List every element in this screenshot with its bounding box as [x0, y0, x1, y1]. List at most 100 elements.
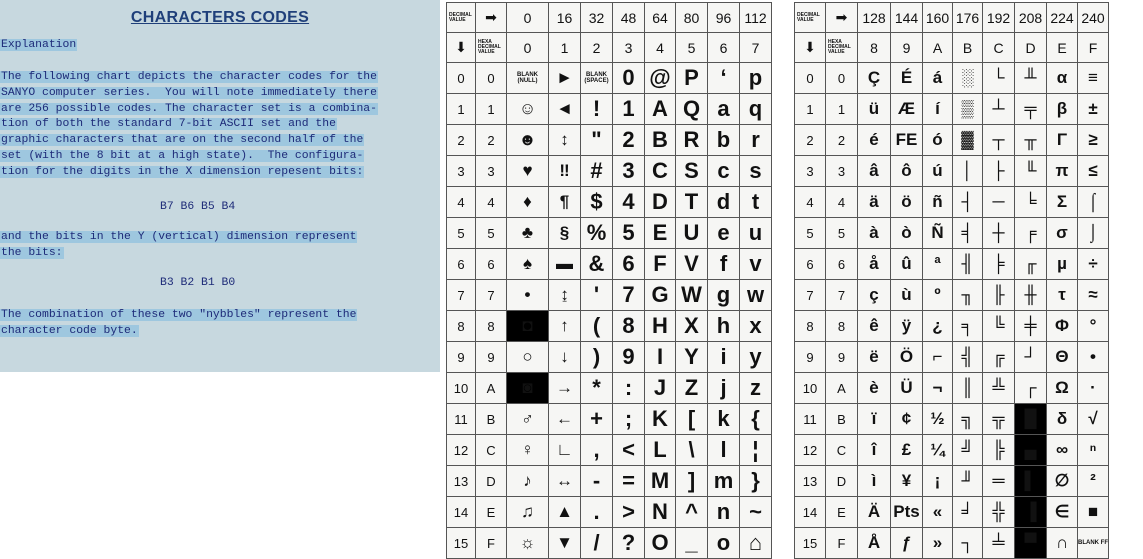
character-cell: ó	[922, 124, 953, 156]
character-cell: p	[739, 62, 772, 94]
character-cell: ╗	[952, 403, 983, 435]
character-cell: ╢	[952, 248, 983, 280]
row-hex-value: B	[825, 403, 858, 435]
character-cell: .	[580, 496, 613, 528]
character-cell: ⌂	[739, 527, 772, 559]
subtitle-text: Explanation	[0, 39, 78, 51]
character-cell: ÷	[1077, 248, 1109, 280]
row-hex-value: 7	[825, 279, 858, 311]
character-cell: ╥	[1014, 124, 1047, 156]
character-cell: a	[707, 93, 740, 125]
character-cell: ♠	[506, 248, 549, 280]
character-cell: h	[707, 310, 740, 342]
character-cell: ü	[857, 93, 891, 125]
decimal-column-header: 208	[1014, 2, 1047, 33]
character-cell: &	[580, 248, 613, 280]
character-cell: *	[580, 372, 613, 404]
table-row: 4 4 ä ö ñ ┤ ─ ╘ Σ ⌠	[794, 186, 1109, 218]
character-cell: (	[580, 310, 613, 342]
table-row: 1 1 ü Æí ▒ ┴ ╤ β ±	[794, 93, 1109, 125]
hex-column-header: 5	[675, 32, 708, 63]
character-cell: β	[1046, 93, 1078, 125]
row-hex-value: 8	[825, 310, 858, 342]
table-row: 7 7 ç ù º ╖ ╟ ╫ τ ≈	[794, 279, 1109, 311]
highlighted-text: the bits:	[0, 246, 64, 259]
character-cell: H	[644, 310, 676, 342]
character-cell: α	[1046, 62, 1078, 94]
table-row: 10 Aè Ü ¬ ║ ╩ ┌ Ω ·	[794, 372, 1109, 404]
character-cell: •	[1077, 341, 1109, 373]
paragraph-intro: The following chart depicts the characte…	[0, 70, 440, 181]
character-cell: ╪	[1014, 310, 1047, 342]
hex-column-header: 8	[857, 32, 891, 63]
hex-column-header: 7	[739, 32, 772, 63]
character-cell: Q	[675, 93, 708, 125]
character-cell: ═	[982, 465, 1015, 497]
highlighted-text: The following chart depicts the characte…	[0, 71, 378, 83]
decimal-column-header: 96	[707, 2, 740, 33]
row-decimal-value: 11	[794, 403, 826, 435]
row-hex-value: 5	[825, 217, 858, 249]
character-cell: ú	[922, 155, 953, 187]
character-cell: X	[675, 310, 708, 342]
character-cell: W	[675, 279, 708, 311]
character-cell: r	[739, 124, 772, 156]
row-hex-value: 2	[475, 124, 507, 156]
character-cell: à	[857, 217, 891, 249]
character-cell: q	[739, 93, 772, 125]
character-cell: •	[506, 279, 549, 311]
text-line: and the bits in the Y (vertical) dimensi…	[0, 230, 440, 246]
character-cell: ¦	[739, 434, 772, 466]
decimal-column-header: 112	[739, 2, 772, 33]
character-cell: ▌	[1014, 465, 1047, 497]
character-cell: }	[739, 465, 772, 497]
table-row: 14 E ♫ ▲. > N ^ n ~	[446, 496, 772, 528]
table-row: 0 0 Ç Éá ░ └ ╨ α ≡	[794, 62, 1109, 94]
character-cell: t	[739, 186, 772, 218]
hex-column-header: 0	[506, 32, 549, 63]
table-row: 5 5 ♣ §% 5 E Ue u	[446, 217, 772, 249]
character-cell: ╫	[1014, 279, 1047, 311]
character-cell: ∩	[1046, 527, 1078, 559]
character-cell: «	[922, 496, 953, 528]
decimal-column-header: 48	[612, 2, 645, 33]
row-hex-value: 3	[825, 155, 858, 187]
character-cell: ╣	[952, 341, 983, 373]
table-row: 9 9 ë Ö ⌐ ╣ ╔ ┘ Θ •	[794, 341, 1109, 373]
character-cell: ◘	[506, 310, 549, 342]
character-cell: ²	[1077, 465, 1109, 497]
row-decimal-value: 2	[794, 124, 826, 156]
row-hex-value: 9	[825, 341, 858, 373]
row-hex-value: B	[475, 403, 507, 435]
character-cell: ‼	[548, 155, 581, 187]
character-cell: ⌐	[922, 341, 953, 373]
row-decimal-value: 2	[446, 124, 476, 156]
character-cell: û	[890, 248, 923, 280]
row-decimal-value: 15	[446, 527, 476, 559]
row-decimal-value: 4	[794, 186, 826, 218]
bits-x-label: B7 B6 B5 B4	[160, 201, 236, 213]
character-cell: §	[548, 217, 581, 249]
row-hex-value: A	[475, 372, 507, 404]
row-hex-value: 1	[475, 93, 507, 125]
character-cell: ░	[952, 62, 983, 94]
row-hex-value: 2	[825, 124, 858, 156]
row-decimal-value: 9	[446, 341, 476, 373]
character-cell: ⌠	[1077, 186, 1109, 218]
character-cell: n	[707, 496, 740, 528]
character-cell: ╕	[952, 310, 983, 342]
decimal-column-header: 0	[506, 2, 549, 33]
arrow-right-icon: ➡	[825, 2, 858, 33]
highlighted-text: SANYO computer series. You will note imm…	[0, 86, 378, 99]
character-cell: c	[707, 155, 740, 187]
character-cell: ╔	[982, 341, 1015, 373]
highlighted-text: tion for the digits in the X dimension r…	[0, 165, 365, 178]
hex-column-header: 3	[612, 32, 645, 63]
highlighted-text: tion of both the standard 7-bit ASCII se…	[0, 118, 337, 131]
row-decimal-value: 12	[446, 434, 476, 466]
character-cell: s	[739, 155, 772, 187]
character-cell: ○	[506, 341, 549, 373]
row-decimal-value: 13	[794, 465, 826, 497]
row-decimal-value: 14	[794, 496, 826, 528]
character-cell: x	[739, 310, 772, 342]
